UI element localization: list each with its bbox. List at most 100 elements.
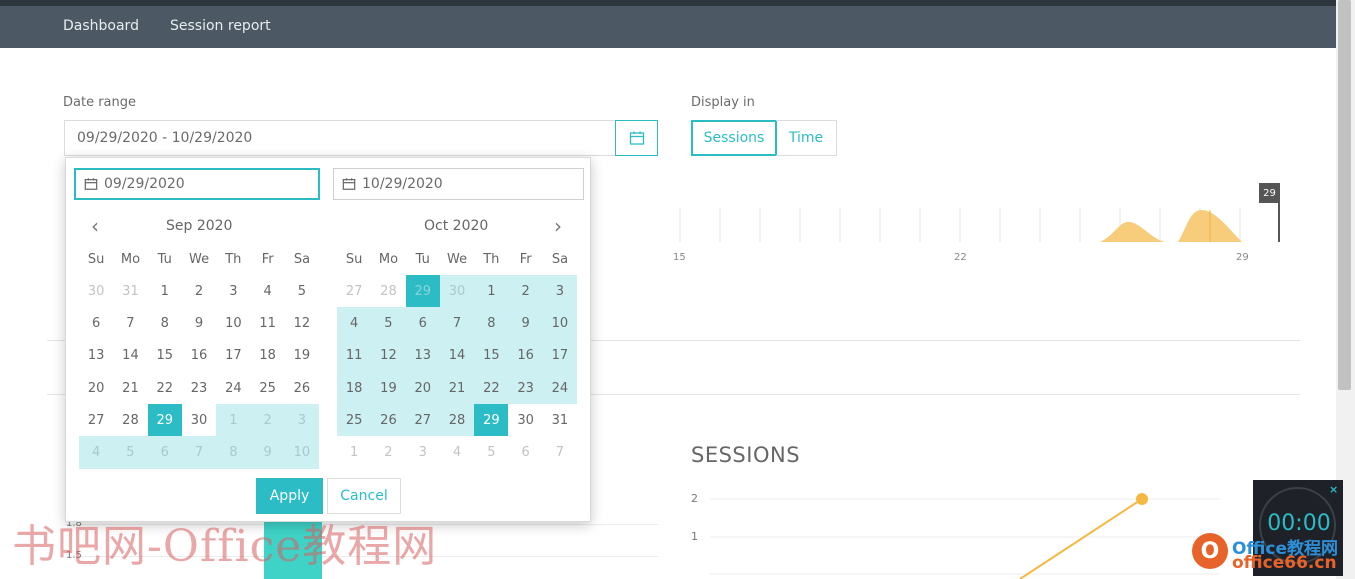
calendar-day[interactable]: 30	[182, 404, 216, 436]
calendar-day[interactable]: 14	[113, 340, 147, 372]
calendar-day[interactable]: 1	[148, 275, 182, 307]
calendar-day[interactable]: 22	[148, 372, 182, 404]
calendar-day[interactable]: 2	[182, 275, 216, 307]
calendar-day[interactable]: 24	[542, 371, 578, 405]
calendar-day[interactable]: 5	[371, 307, 406, 340]
calendar-day[interactable]: 7	[113, 307, 147, 339]
calendar-day[interactable]: 3	[406, 436, 440, 468]
calendar-day[interactable]: 1	[216, 404, 251, 437]
calendar-day[interactable]: 31	[543, 404, 577, 436]
calendar-day[interactable]: 7	[181, 436, 217, 469]
timeline-handle-marker[interactable]: 29	[1259, 183, 1280, 203]
calendar-day[interactable]: 11	[337, 339, 372, 372]
calendar-day[interactable]: 19	[371, 371, 406, 405]
calendar-day[interactable]: 18	[250, 340, 284, 372]
calendar-day[interactable]: 6	[508, 436, 542, 468]
nav-dashboard-link[interactable]: Dashboard	[63, 18, 139, 34]
calendar-day[interactable]: 13	[79, 340, 113, 372]
calendar-day[interactable]: 10	[542, 307, 578, 340]
date-range-input[interactable]: 09/29/2020 - 10/29/2020	[64, 120, 616, 156]
calendar-day[interactable]: 25	[337, 404, 372, 437]
calendar-day[interactable]: 3	[284, 404, 320, 437]
calendar-day[interactable]: 20	[79, 372, 113, 404]
calendar-day[interactable]: 1	[337, 436, 371, 468]
calendar-day[interactable]: 1	[474, 275, 509, 308]
calendar-day[interactable]: 5	[285, 275, 319, 307]
calendar-day[interactable]: 8	[148, 307, 182, 339]
apply-button[interactable]: Apply	[256, 478, 323, 514]
calendar-day[interactable]: 2	[250, 404, 285, 437]
calendar-day[interactable]: 29	[474, 404, 509, 437]
calendar-day[interactable]: 4	[79, 436, 114, 469]
calendar-day[interactable]: 5	[474, 436, 508, 468]
calendar-day[interactable]: 3	[216, 275, 250, 307]
calendar-day[interactable]: 29	[147, 404, 182, 437]
calendar-day[interactable]: 25	[250, 372, 284, 404]
end-date-input[interactable]: 10/29/2020	[333, 168, 584, 200]
calendar-day[interactable]: 17	[216, 340, 250, 372]
calendar-day[interactable]: 30	[439, 275, 475, 308]
calendar-day[interactable]: 20	[405, 371, 440, 405]
calendar-day[interactable]: 28	[113, 404, 147, 436]
calendar-day[interactable]: 29	[405, 275, 440, 308]
calendar-day[interactable]: 9	[182, 307, 216, 339]
calendar-day[interactable]: 23	[508, 371, 543, 405]
calendar-day[interactable]: 11	[250, 307, 284, 339]
cancel-button[interactable]: Cancel	[327, 478, 401, 514]
calendar-day[interactable]: 24	[216, 372, 250, 404]
calendar-day[interactable]: 16	[508, 339, 543, 372]
nav-session-report-link[interactable]: Session report	[170, 18, 271, 34]
calendar-day[interactable]: 2	[508, 275, 543, 308]
calendar-day[interactable]: 5	[113, 436, 148, 469]
calendar-day[interactable]: 21	[439, 371, 475, 405]
calendar-day[interactable]: 9	[250, 436, 285, 469]
calendar-day[interactable]: 10	[216, 307, 250, 339]
calendar-day[interactable]: 16	[182, 340, 216, 372]
calendar-day[interactable]: 6	[405, 307, 440, 340]
date-range-calendar-button[interactable]	[615, 120, 658, 156]
calendar-day[interactable]: 8	[474, 307, 509, 340]
calendar-day[interactable]: 4	[337, 307, 372, 340]
calendar-day[interactable]: 17	[542, 339, 578, 372]
calendar-day[interactable]: 3	[542, 275, 578, 308]
calendar-day[interactable]: 6	[147, 436, 182, 469]
calendar-day[interactable]: 18	[337, 371, 372, 405]
calendar-day[interactable]: 30	[79, 275, 113, 307]
calendar-day[interactable]: 12	[371, 339, 406, 372]
calendar-day[interactable]: 23	[182, 372, 216, 404]
calendar-day[interactable]: 13	[405, 339, 440, 372]
calendar-day[interactable]: 6	[79, 307, 113, 339]
timer-close-icon[interactable]: ×	[1329, 483, 1338, 496]
calendar-day[interactable]: 2	[371, 436, 405, 468]
calendar-day[interactable]: 10	[284, 436, 320, 469]
prev-month-chevron-icon[interactable]: ‹	[91, 214, 99, 238]
calendar-day[interactable]: 8	[216, 436, 251, 469]
calendar-day[interactable]: 7	[439, 307, 475, 340]
calendar-day[interactable]: 26	[285, 372, 319, 404]
calendar-day[interactable]: 27	[337, 275, 371, 307]
calendar-day[interactable]: 22	[474, 371, 509, 405]
sessions-data-point[interactable]	[1136, 493, 1148, 505]
calendar-day[interactable]: 4	[250, 275, 284, 307]
calendar-day[interactable]: 27	[79, 404, 113, 436]
calendar-day[interactable]: 12	[285, 307, 319, 339]
start-date-input[interactable]: 09/29/2020	[74, 168, 320, 200]
next-month-chevron-icon[interactable]: ›	[554, 214, 562, 238]
calendar-day[interactable]: 28	[439, 404, 475, 437]
calendar-day[interactable]: 30	[508, 404, 542, 436]
calendar-day[interactable]: 4	[440, 436, 474, 468]
timeline-handle-line[interactable]	[1278, 200, 1280, 242]
scrollbar-thumb[interactable]	[1338, 0, 1351, 390]
calendar-day[interactable]: 15	[148, 340, 182, 372]
calendar-day[interactable]: 7	[543, 436, 577, 468]
calendar-day[interactable]: 26	[371, 404, 406, 437]
calendar-day[interactable]: 28	[371, 275, 405, 307]
calendar-day[interactable]: 21	[113, 372, 147, 404]
calendar-day[interactable]: 31	[113, 275, 147, 307]
calendar-day[interactable]: 27	[405, 404, 440, 437]
calendar-day[interactable]: 14	[439, 339, 475, 372]
display-time-toggle[interactable]: Time	[776, 120, 837, 156]
calendar-day[interactable]: 19	[285, 340, 319, 372]
calendar-day[interactable]: 9	[508, 307, 543, 340]
display-sessions-toggle[interactable]: Sessions	[691, 120, 777, 156]
